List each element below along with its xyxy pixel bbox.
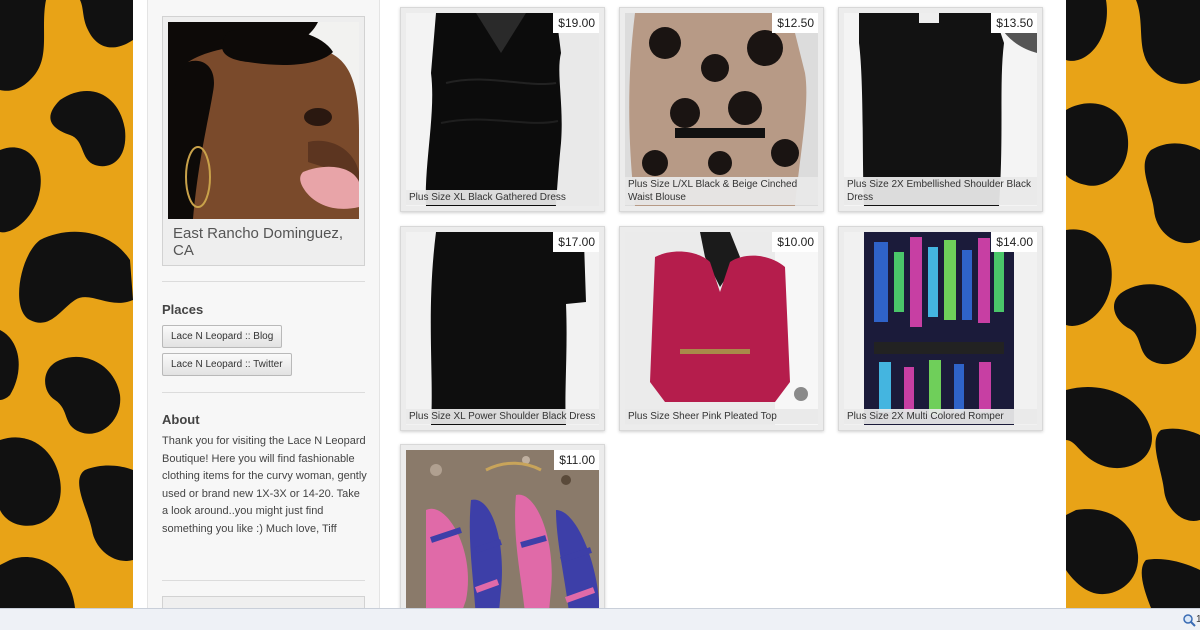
- product-price: $12.50: [772, 13, 818, 33]
- page-content: East Rancho Dominguez, CA Places Lace N …: [133, 0, 1066, 608]
- about-text: Thank you for visiting the Lace N Leopar…: [162, 435, 367, 535]
- product-price: $11.00: [554, 450, 599, 470]
- product-tile[interactable]: $19.00 Plus Size XL Black Gathered Dress: [400, 7, 605, 212]
- product-tile[interactable]: $14.00 Plus Size 2X Multi Colored Romper: [838, 226, 1043, 431]
- product-tile[interactable]: $11.00: [400, 444, 605, 608]
- product-tile[interactable]: $10.00 Plus Size Sheer Pink Pleated Top: [619, 226, 824, 431]
- product-title[interactable]: Plus Size XL Black Gathered Dress: [406, 189, 599, 205]
- product-price: $14.00: [991, 232, 1037, 252]
- leopard-background-left: [0, 0, 133, 608]
- profile-photo[interactable]: [168, 22, 359, 219]
- product-title[interactable]: Plus Size XL Power Shoulder Black Dress: [406, 408, 599, 424]
- about-title: About: [162, 412, 200, 427]
- zoom-icon[interactable]: [1182, 613, 1196, 627]
- sidebar-next-card: [162, 596, 365, 608]
- product-photo: [406, 232, 599, 425]
- product-photo: [844, 232, 1037, 425]
- product-price: $10.00: [772, 232, 818, 252]
- product-price: $13.50: [991, 13, 1037, 33]
- product-tile[interactable]: $17.00 Plus Size XL Power Shoulder Black…: [400, 226, 605, 431]
- product-price: $17.00: [553, 232, 599, 252]
- product-photo: [406, 450, 599, 608]
- places-link-blog[interactable]: Lace N Leopard :: Blog: [162, 325, 283, 348]
- divider: [162, 281, 365, 282]
- product-tile[interactable]: $12.50 Plus Size L/XL Black & Beige Cinc…: [619, 7, 824, 212]
- product-title[interactable]: Plus Size 2X Multi Colored Romper: [844, 408, 1037, 424]
- product-photo: [406, 13, 599, 206]
- divider: [162, 392, 365, 393]
- sidebar: East Rancho Dominguez, CA Places Lace N …: [147, 0, 380, 608]
- product-title[interactable]: Plus Size Sheer Pink Pleated Top: [625, 408, 818, 424]
- zoom-level[interactable]: 1: [1196, 614, 1200, 625]
- divider: [162, 580, 365, 581]
- places-link-twitter[interactable]: Lace N Leopard :: Twitter: [162, 353, 292, 376]
- browser-status-bar: 1: [0, 608, 1200, 630]
- product-price: $19.00: [553, 13, 599, 33]
- profile-card: East Rancho Dominguez, CA: [162, 16, 365, 266]
- product-photo: [625, 232, 818, 425]
- product-title[interactable]: Plus Size 2X Embellished Shoulder Black …: [844, 177, 1037, 205]
- leopard-background-right: [1066, 0, 1200, 608]
- product-tile[interactable]: $13.50 Plus Size 2X Embellished Shoulder…: [838, 7, 1043, 212]
- places-title: Places: [162, 302, 204, 317]
- product-title[interactable]: Plus Size L/XL Black & Beige Cinched Wai…: [625, 177, 818, 205]
- profile-location: East Rancho Dominguez, CA: [173, 225, 344, 259]
